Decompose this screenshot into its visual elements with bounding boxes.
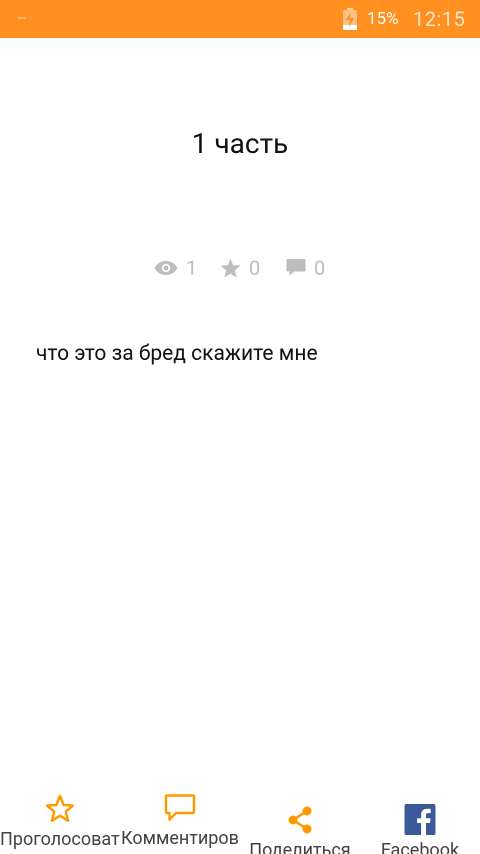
post-content: 1 часть 1 0 0 что это за бред скажите мн… xyxy=(0,38,480,782)
facebook-label: Facebook xyxy=(380,840,460,854)
notification-icon xyxy=(18,17,26,19)
share-label: Поделиться xyxy=(249,840,351,854)
star-icon xyxy=(220,258,241,278)
comment-button[interactable]: Комментиров xyxy=(120,782,240,854)
comment-outline-icon xyxy=(164,794,196,821)
views-stat: 1 xyxy=(154,253,197,283)
bottom-action-bar: Проголосоват Комментиров Поделиться Face… xyxy=(0,782,480,854)
vote-button[interactable]: Проголосоват xyxy=(0,782,120,854)
comment-label: Комментиров xyxy=(121,828,239,849)
comments-count: 0 xyxy=(314,256,326,280)
votes-stat: 0 xyxy=(220,253,260,283)
comments-stat: 0 xyxy=(286,253,325,283)
share-icon xyxy=(288,806,312,834)
post-body: что это за бред скажите мне xyxy=(36,342,318,366)
battery-percent: 15% xyxy=(367,9,399,29)
eye-icon xyxy=(154,261,178,275)
facebook-icon xyxy=(404,804,436,835)
star-outline-icon xyxy=(45,794,75,822)
clock: 12:15 xyxy=(413,7,466,31)
facebook-button[interactable]: Facebook xyxy=(360,782,480,854)
views-count: 1 xyxy=(186,256,198,280)
status-bar: 15% 12:15 xyxy=(0,0,480,38)
post-title: 1 часть xyxy=(191,127,289,160)
post-stats: 1 0 0 xyxy=(0,253,480,283)
battery-charging-icon xyxy=(343,8,357,30)
vote-label: Проголосоват xyxy=(0,829,120,850)
comment-icon xyxy=(286,259,306,276)
share-button[interactable]: Поделиться xyxy=(240,782,360,854)
votes-count: 0 xyxy=(249,256,261,280)
